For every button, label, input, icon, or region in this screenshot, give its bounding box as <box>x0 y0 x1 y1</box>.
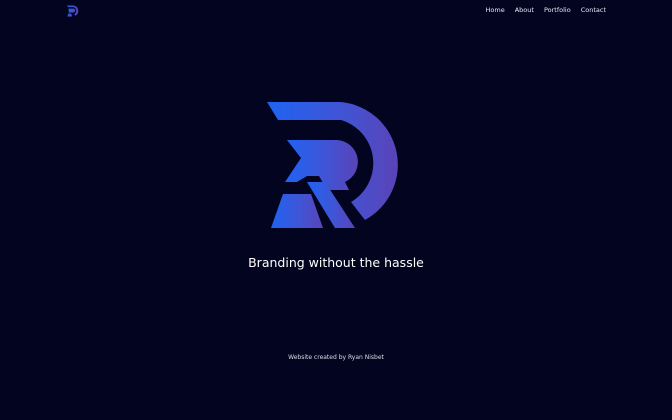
rd-monogram-icon <box>267 102 398 228</box>
nav-link-contact[interactable]: Contact <box>581 5 606 15</box>
nav-link-about[interactable]: About <box>515 5 534 15</box>
tagline: Branding without the hassle <box>248 255 424 270</box>
rd-monogram-icon[interactable] <box>67 5 79 17</box>
footer-credit: Website created by Ryan Nisbet <box>288 354 384 361</box>
page: Home About Portfolio Contact Branding wi… <box>0 0 672 420</box>
nav-link-portfolio[interactable]: Portfolio <box>544 5 571 15</box>
nav-link-home[interactable]: Home <box>486 5 505 15</box>
nav-menu: Home About Portfolio Contact <box>486 5 606 15</box>
